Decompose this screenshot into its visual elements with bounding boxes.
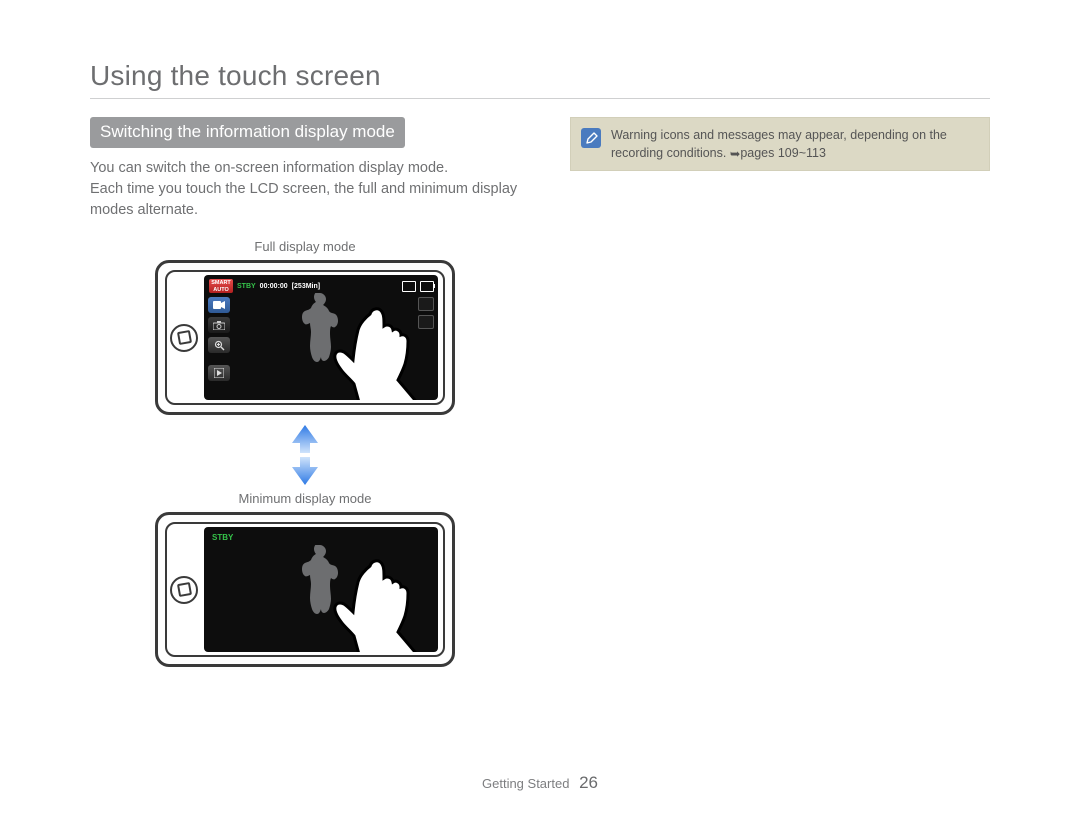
- stby-indicator-min: STBY: [212, 533, 233, 542]
- playback-icon: [208, 365, 230, 381]
- remaining-time: [253Min]: [292, 283, 320, 290]
- battery-icon: [420, 281, 434, 292]
- home-button-icon: [170, 576, 198, 604]
- photo-mode-icon: [208, 317, 230, 333]
- divider: [90, 98, 990, 99]
- device-illustrations: Full display mode SMART AUTO STBY 00:00:…: [90, 239, 520, 675]
- footer-section: Getting Started: [482, 776, 569, 791]
- info-note: Warning icons and messages may appear, d…: [570, 117, 990, 171]
- page-ref-arrow-icon: ➥: [730, 145, 740, 163]
- hud-topbar: SMART AUTO STBY 00:00:00 [253Min]: [209, 279, 434, 293]
- touch-hand-icon: [322, 548, 438, 652]
- zoom-icon: [208, 337, 230, 353]
- card-icon: [402, 281, 416, 292]
- stby-indicator: STBY: [237, 283, 256, 290]
- touch-hand-icon: [322, 296, 438, 400]
- content-columns: Switching the information display mode Y…: [90, 117, 990, 675]
- swap-arrow-icon: [290, 425, 320, 485]
- timecode: 00:00:00: [260, 283, 288, 290]
- page-footer: Getting Started 26: [0, 773, 1080, 793]
- video-mode-icon: [208, 297, 230, 313]
- body-text: You can switch the on-screen information…: [90, 158, 520, 221]
- left-column: Switching the information display mode Y…: [90, 117, 520, 675]
- device-min-mode: STBY: [155, 512, 455, 667]
- caption-full-mode: Full display mode: [254, 239, 355, 254]
- right-column: Warning icons and messages may appear, d…: [570, 117, 990, 675]
- lcd-min: STBY: [204, 527, 438, 652]
- hud-side-buttons: [208, 297, 230, 381]
- home-button-icon: [170, 324, 198, 352]
- smart-auto-badge: SMART AUTO: [209, 279, 233, 293]
- device-full-mode: SMART AUTO STBY 00:00:00 [253Min]: [155, 260, 455, 415]
- note-page-ref: pages 109~113: [740, 146, 826, 160]
- lcd-full: SMART AUTO STBY 00:00:00 [253Min]: [204, 275, 438, 400]
- page-title: Using the touch screen: [90, 60, 990, 92]
- note-text: Warning icons and messages may appear, d…: [611, 126, 979, 162]
- smart-auto-label1: SMART: [211, 280, 231, 286]
- manual-page: Using the touch screen Switching the inf…: [0, 0, 1080, 825]
- caption-min-mode: Minimum display mode: [239, 491, 372, 506]
- smart-auto-label2: AUTO: [213, 287, 228, 293]
- section-heading: Switching the information display mode: [90, 117, 405, 148]
- footer-page-number: 26: [579, 773, 598, 792]
- note-pencil-icon: [581, 128, 601, 148]
